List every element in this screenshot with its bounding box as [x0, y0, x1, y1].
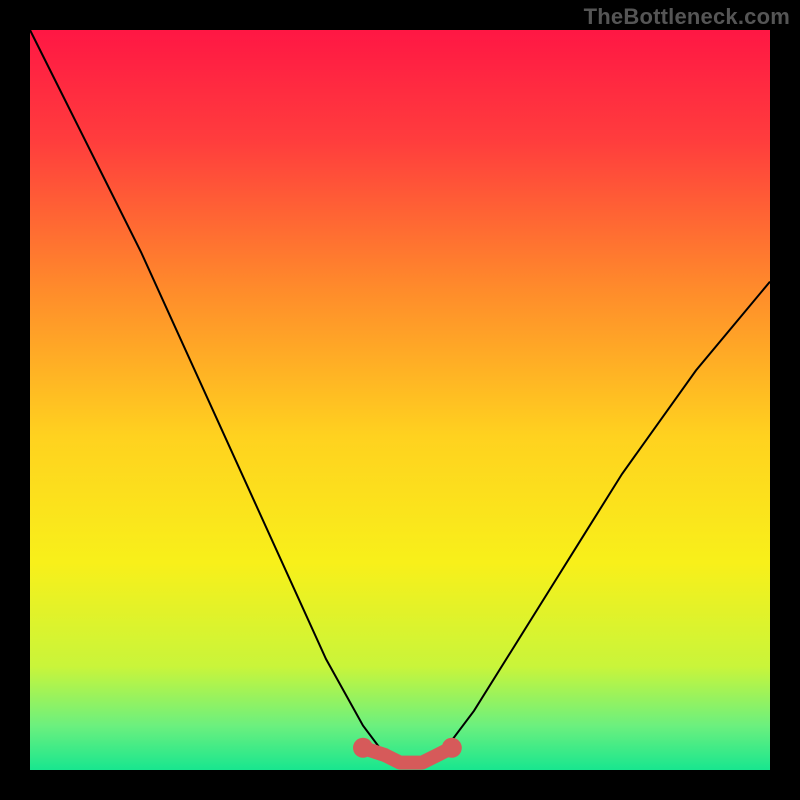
bottleneck-chart	[0, 0, 800, 800]
gradient-background	[30, 30, 770, 770]
attribution-label: TheBottleneck.com	[584, 4, 790, 30]
chart-frame: TheBottleneck.com	[0, 0, 800, 800]
optimal-zone-endpoint	[442, 738, 462, 758]
optimal-zone-endpoint	[353, 738, 373, 758]
